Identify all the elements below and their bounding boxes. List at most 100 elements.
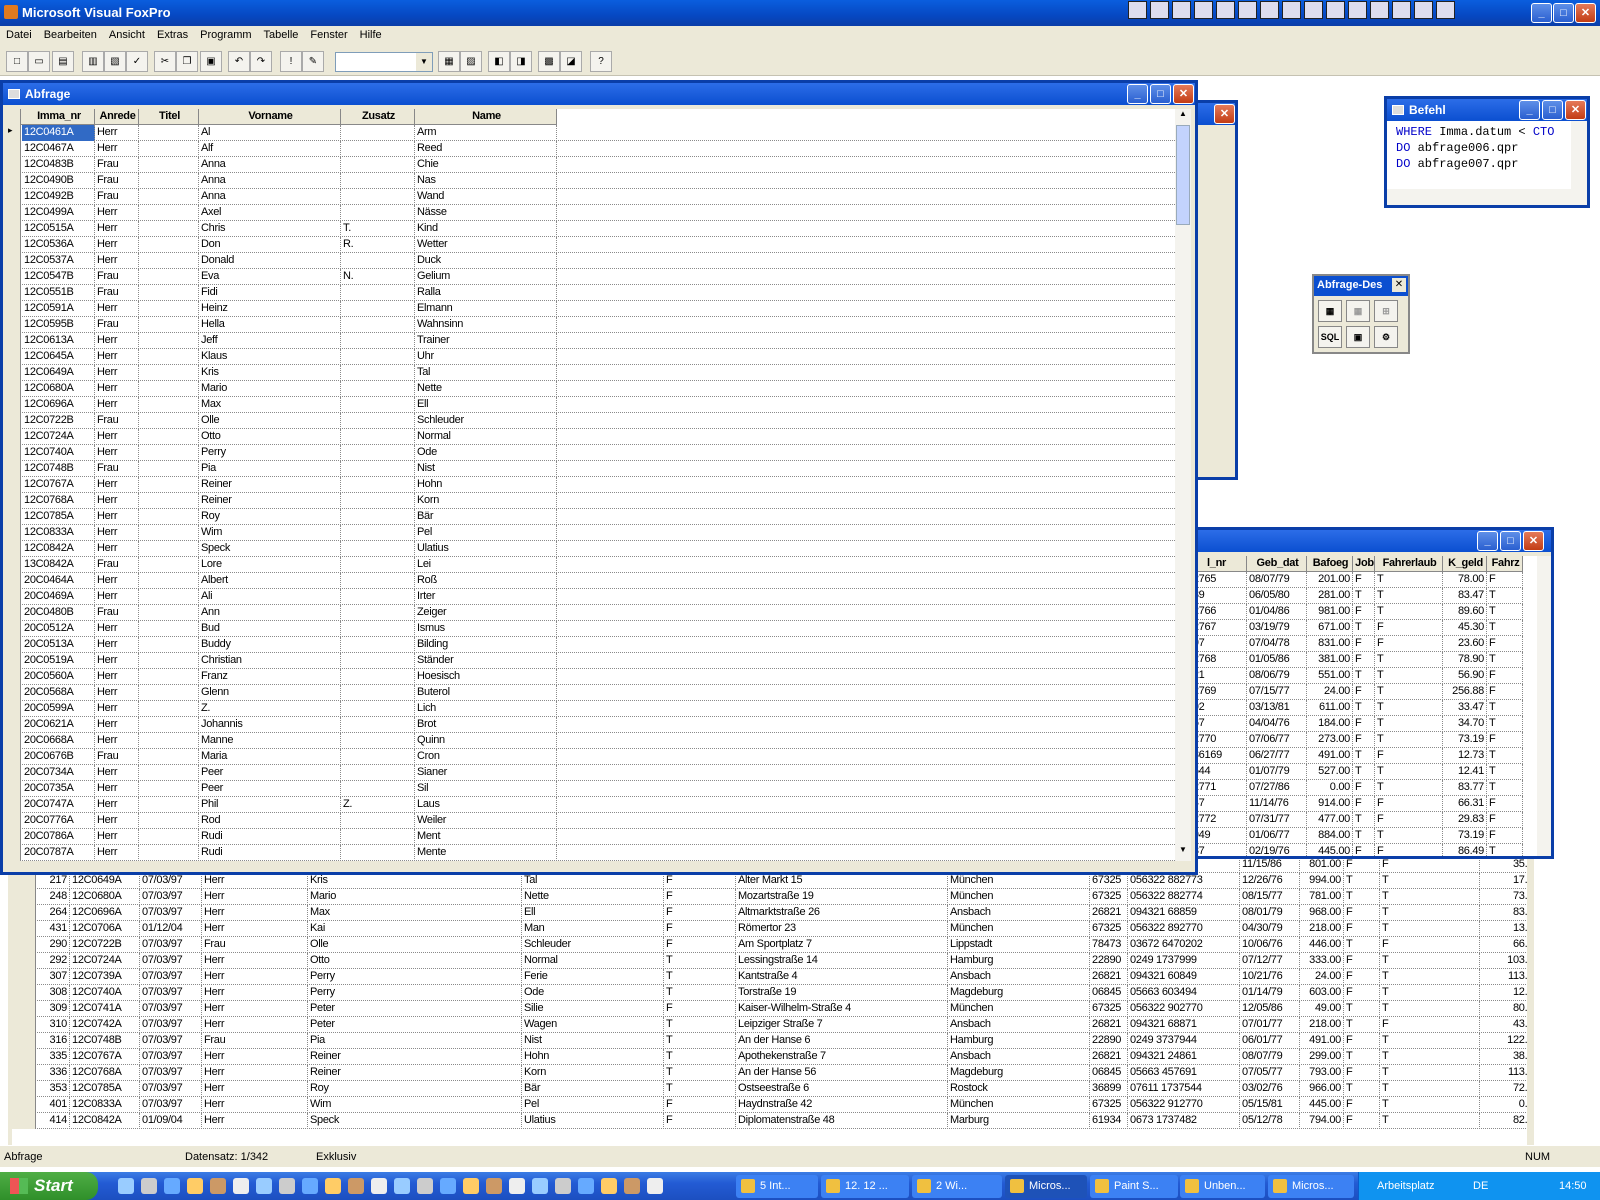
table-cell[interactable]: Ralla xyxy=(415,285,557,301)
table-cell[interactable]: 056322 912770 xyxy=(1128,1097,1240,1113)
table-cell[interactable]: Johannis xyxy=(199,717,341,733)
quick-launch-icon[interactable] xyxy=(279,1178,295,1194)
table-cell[interactable]: 20C0676B xyxy=(22,749,95,765)
table-cell[interactable]: 12C0547B xyxy=(22,269,95,285)
table-cell[interactable]: T xyxy=(664,1033,736,1049)
table-cell[interactable]: 12C0739A xyxy=(70,969,140,985)
table-row[interactable]: 316 12C0748B 07/03/97 Frau Pia Nist T An der Ha… xyxy=(12,1033,1527,1049)
table-cell[interactable]: 551.00 xyxy=(1307,668,1353,684)
table-cell[interactable]: F xyxy=(664,921,736,937)
table-cell[interactable]: Nas xyxy=(415,173,557,189)
table-cell[interactable]: Laus xyxy=(415,797,557,813)
table-cell[interactable] xyxy=(341,541,415,557)
table-icon[interactable]: ◨ xyxy=(510,51,532,72)
table-cell[interactable]: 316 xyxy=(36,1033,70,1049)
table-cell[interactable] xyxy=(139,637,199,653)
table-cell[interactable]: 82.49 xyxy=(1480,1113,1527,1129)
table-cell[interactable]: 12C0613A xyxy=(22,333,95,349)
row-selector[interactable] xyxy=(12,921,36,937)
table-cell[interactable] xyxy=(341,397,415,413)
table-cell[interactable]: 01/09/04 xyxy=(140,1113,202,1129)
table-cell[interactable]: 06845 xyxy=(1090,1065,1128,1081)
table-row[interactable]: 12C0748B Frau Pia Nist xyxy=(8,461,1175,477)
table-cell[interactable]: F xyxy=(1375,812,1443,828)
table-cell[interactable] xyxy=(341,813,415,829)
add-table-icon[interactable]: ▦ xyxy=(1318,300,1342,322)
table-cell[interactable]: 06/01/77 xyxy=(1240,1033,1300,1049)
table-cell[interactable]: 05/15/81 xyxy=(1240,1097,1300,1113)
table-cell[interactable]: 12C0767A xyxy=(22,477,95,493)
table-cell[interactable]: Bilding xyxy=(415,637,557,653)
table-cell[interactable]: 01/05/86 xyxy=(1247,652,1307,668)
table-cell[interactable] xyxy=(341,413,415,429)
table-cell[interactable]: Herr xyxy=(202,921,308,937)
table-cell[interactable]: Frau xyxy=(95,189,139,205)
table-cell[interactable]: 12C0768A xyxy=(22,493,95,509)
table-cell[interactable]: 12C0645A xyxy=(22,349,95,365)
table-cell[interactable]: F xyxy=(1353,636,1375,652)
table-cell[interactable]: 07/03/97 xyxy=(140,1065,202,1081)
row-selector[interactable] xyxy=(8,701,21,717)
table-cell[interactable]: 884.00 xyxy=(1307,828,1353,844)
table-cell[interactable] xyxy=(341,605,415,621)
row-selector[interactable] xyxy=(8,525,21,541)
table-cell[interactable]: 603.00 xyxy=(1300,985,1344,1001)
table-row[interactable]: 20C0469A Herr Ali Irter xyxy=(8,589,1175,605)
table-cell[interactable]: 094321 24861 xyxy=(1128,1049,1240,1065)
table-cell[interactable]: Tal xyxy=(415,365,557,381)
row-selector[interactable] xyxy=(8,605,21,621)
table-cell[interactable]: Wand xyxy=(415,189,557,205)
table-cell[interactable]: T xyxy=(1375,588,1443,604)
table-row[interactable]: 12C0483B Frau Anna Chie xyxy=(8,157,1175,173)
table-cell[interactable]: Hoesisch xyxy=(415,669,557,685)
table-cell[interactable]: 217 xyxy=(36,873,70,889)
table-cell[interactable]: 12C0483B xyxy=(22,157,95,173)
table-cell[interactable]: Max xyxy=(199,397,341,413)
table-cell[interactable]: T xyxy=(1344,1081,1380,1097)
table-row[interactable]: 12C0833A Herr Wim Pel xyxy=(8,525,1175,541)
table-cell[interactable]: Herr xyxy=(202,953,308,969)
save-icon[interactable]: ▤ xyxy=(52,51,74,72)
row-selector[interactable] xyxy=(8,541,21,557)
table-cell[interactable] xyxy=(139,589,199,605)
table-cell[interactable]: Herr xyxy=(202,1113,308,1129)
table-cell[interactable]: Pia xyxy=(199,461,341,477)
table-cell[interactable]: Herr xyxy=(95,797,139,813)
table-cell[interactable]: T xyxy=(1375,828,1443,844)
db-icon[interactable]: ◧ xyxy=(488,51,510,72)
quick-launch-icon[interactable] xyxy=(555,1178,571,1194)
row-selector[interactable] xyxy=(12,1033,36,1049)
table-cell[interactable]: 04/30/79 xyxy=(1240,921,1300,937)
table-cell[interactable]: Peter xyxy=(308,1001,522,1017)
table-row[interactable]: 20C0747A Herr Phil Z. Laus xyxy=(8,797,1175,813)
table-cell[interactable] xyxy=(139,509,199,525)
table-cell[interactable]: F xyxy=(664,1113,736,1129)
table-cell[interactable]: Herr xyxy=(95,717,139,733)
table-cell[interactable]: T xyxy=(1353,764,1375,780)
right-vscroll[interactable] xyxy=(1537,556,1551,856)
column-header-vorname[interactable]: Vorname xyxy=(199,109,341,125)
row-selector[interactable] xyxy=(8,621,21,637)
table-cell[interactable]: T xyxy=(1353,620,1375,636)
table-cell[interactable]: 12.73 xyxy=(1480,985,1527,1001)
maximize-button[interactable]: □ xyxy=(1553,3,1574,23)
table-cell[interactable]: 12C0742A xyxy=(70,1017,140,1033)
table-cell[interactable]: 45.30 xyxy=(1443,620,1487,636)
table-cell[interactable]: Fidi xyxy=(199,285,341,301)
table-cell[interactable]: 07/03/97 xyxy=(140,953,202,969)
table-cell[interactable]: 103.91 xyxy=(1480,953,1527,969)
row-selector[interactable] xyxy=(8,317,21,333)
table-cell[interactable]: Wagen xyxy=(522,1017,664,1033)
table-cell[interactable]: Frau xyxy=(202,1033,308,1049)
table-cell[interactable]: 43.47 xyxy=(1480,1017,1527,1033)
table-row[interactable]: 12C0591A Herr Heinz Elmann xyxy=(8,301,1175,317)
table-cell[interactable]: 05663 457691 xyxy=(1128,1065,1240,1081)
open-icon[interactable]: ▭ xyxy=(28,51,50,72)
table-cell[interactable] xyxy=(139,317,199,333)
table-cell[interactable]: Axel xyxy=(199,205,341,221)
table-cell[interactable] xyxy=(341,445,415,461)
table-cell[interactable]: Wetter xyxy=(415,237,557,253)
table-cell[interactable]: Kris xyxy=(199,365,341,381)
table-cell[interactable]: Otto xyxy=(308,953,522,969)
table-cell[interactable]: 12C0696A xyxy=(22,397,95,413)
